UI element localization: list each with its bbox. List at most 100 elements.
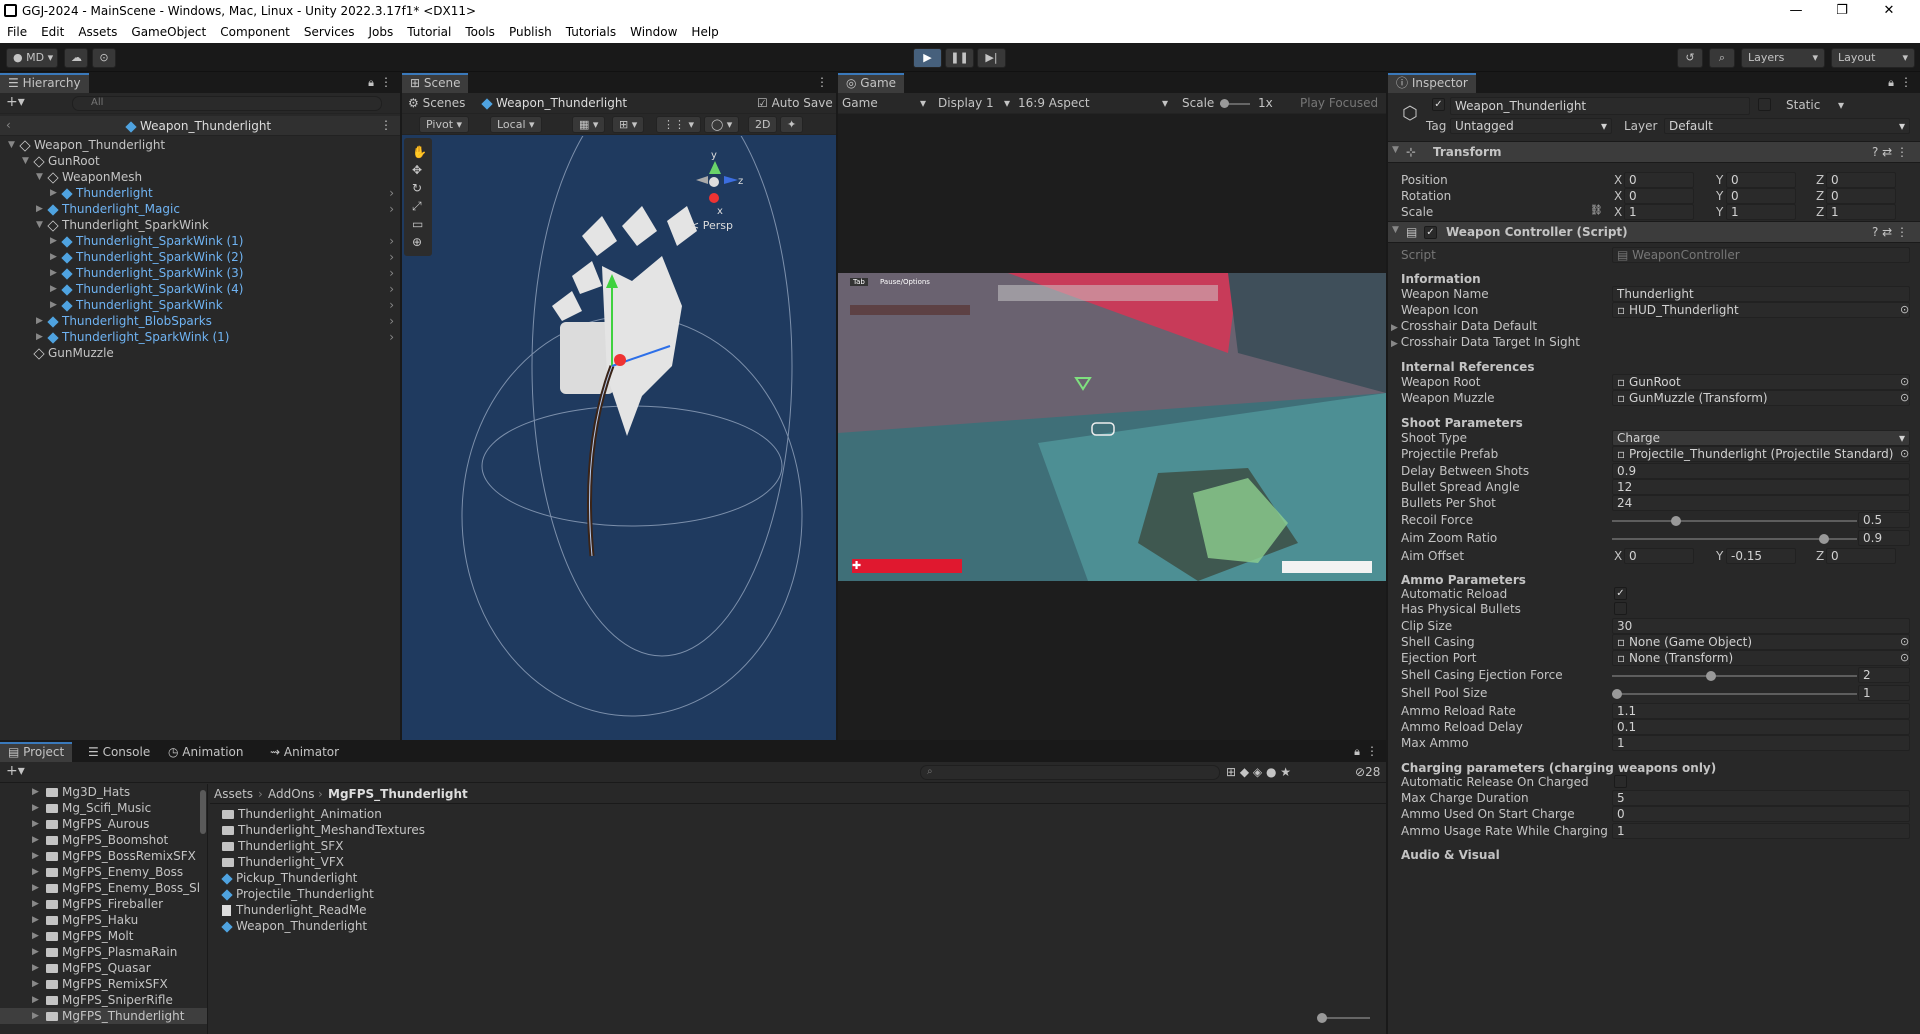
collapsed-arrow-icon[interactable]: ▶ [50,265,57,281]
hierarchy-item[interactable]: ▶ Thunderlight_SparkWink (2) › [0,249,400,265]
menu-item-services[interactable]: Services [297,22,362,39]
project-file-item[interactable]: Projectile_Thunderlight [221,886,822,902]
project-file-item[interactable]: Thunderlight_SFX [222,838,822,854]
shell-pool-size-slider-knob[interactable] [1612,689,1622,699]
has-physical-bullets-checkbox[interactable] [1614,602,1627,615]
chevron-right-icon[interactable]: › [389,329,394,345]
display-dropdown[interactable]: Display 1 ▾ [938,96,1010,110]
recoil-force-slider-knob[interactable] [1670,516,1681,526]
component-enabled-checkbox[interactable]: ✓ [1424,226,1437,239]
menu-dots-icon[interactable]: ⋮ [1900,75,1912,89]
project-folder-item[interactable]: ▶ MgFPS_Quasar [0,960,207,976]
tab-hierarchy[interactable]: ☰ Hierarchy [0,73,89,93]
static-checkbox[interactable] [1758,98,1771,111]
tab-scene[interactable]: ⊞ Scene [402,73,469,93]
collapsed-arrow-icon[interactable]: ▶ [32,928,39,944]
hierarchy-item[interactable]: ▶ Thunderlight › [0,185,400,201]
scenes-link[interactable]: ⚙ Scenes [408,96,465,110]
project-folder-item[interactable]: ▶ MgFPS_Enemy_Boss_Sl [0,880,207,896]
weapon-root-field[interactable]: ▫ GunRoot [1612,374,1910,390]
scene-breadcrumb[interactable]: Weapon_Thunderlight [481,96,627,110]
menu-item-component[interactable]: Component [213,22,297,39]
tab-game[interactable]: ◎ Game [838,73,905,93]
collapsed-arrow-icon[interactable]: ▶ [50,185,57,201]
collapsed-arrow-icon[interactable]: ▶ [36,201,43,217]
ejection-port-field[interactable]: ▫ None (Transform) [1612,650,1910,666]
collapsed-arrow-icon[interactable]: ▶ [32,960,39,976]
expand-arrow-icon[interactable]: ▼ [8,137,15,153]
project-folder-item[interactable]: ▶ Mg3D_Hats [0,784,207,800]
project-folder-item[interactable]: ▶ MgFPS_Haku [0,912,207,928]
aspect-dropdown[interactable]: 16:9 Aspect ▾ [1018,96,1168,110]
project-folder-item[interactable]: ▶ Mg_Scifi_Music [0,800,207,816]
object-picker-icon[interactable]: ⊙ [1900,651,1909,664]
menu-item-tutorials[interactable]: Tutorials [559,22,623,39]
lock-icon[interactable]: 🔒︎ [368,76,374,90]
tag-dropdown[interactable]: Untagged ▾ [1450,118,1612,134]
autosave-toggle[interactable]: ☑ Auto Save [757,96,833,110]
weapon-name-field[interactable]: Thunderlight [1612,286,1910,302]
add-icon[interactable]: +▾ [6,763,25,779]
draw-mode-icon[interactable]: ◯ ▾ [704,116,740,133]
object-picker-icon[interactable]: ⊙ [1900,447,1909,460]
ejection-force-field[interactable]: 2 [1858,667,1910,683]
project-folder-item[interactable]: ▶ MgFPS_RemixSFX [0,976,207,992]
collapse-arrow-icon[interactable]: ▼ [1392,225,1399,235]
hierarchy-item[interactable]: ▼ Thunderlight_SparkWink [0,217,400,233]
collapsed-arrow-icon[interactable]: ▶ [36,313,43,329]
collapsed-arrow-icon[interactable]: ▶ [32,992,39,1008]
project-folder-item[interactable]: ▶ MgFPS_BossRemixSFX [0,848,207,864]
object-name-field[interactable]: Weapon_Thunderlight [1450,97,1750,115]
menu-item-assets[interactable]: Assets [71,22,124,39]
collapsed-arrow-icon[interactable]: ▶ [32,912,39,928]
collapsed-arrow-icon[interactable]: ▶ [36,329,43,345]
tab-console[interactable]: ☰ Console [80,742,158,762]
menu-dots-icon[interactable]: ⋮ [1366,744,1378,758]
lock-icon[interactable]: 🔒︎ [1888,76,1894,90]
project-folder-item[interactable]: ▶ MgFPS_Boomshot [0,832,207,848]
ejection-force-slider-knob[interactable] [1706,671,1716,681]
chevron-right-icon[interactable]: › [389,233,394,249]
lighting-icon[interactable]: ✦ [780,116,804,133]
play-focused-dropdown[interactable]: Play Focused [1300,96,1378,110]
hierarchy-item[interactable]: ▼ WeaponMesh [0,169,400,185]
ammo-reload-rate-field[interactable]: 1.1 [1612,703,1910,719]
expand-arrow-icon[interactable]: ▼ [36,169,43,185]
breadcrumb-addons[interactable]: AddOns [268,787,315,801]
account-button[interactable]: ● MD ▾ [6,48,58,68]
project-folder-item[interactable]: ▶ MgFPS_Enemy_Boss [0,864,207,880]
close-button[interactable]: ✕ [1866,0,1912,22]
aim-offset-y-field[interactable]: -0.15 [1726,548,1796,564]
project-file-item[interactable]: Pickup_Thunderlight [221,870,822,886]
menu-item-tutorial[interactable]: Tutorial [400,22,458,39]
menu-item-jobs[interactable]: Jobs [362,22,401,39]
menu-dots-icon[interactable]: ⋮ [816,75,828,89]
rotation-y-field[interactable]: 0 [1726,188,1796,204]
collapsed-arrow-icon[interactable]: ▶ [32,832,39,848]
shell-casing-field[interactable]: ▫ None (Game Object) [1612,634,1910,650]
object-picker-icon[interactable]: ⊙ [1900,391,1909,404]
object-picker-icon[interactable]: ⊙ [1900,303,1909,316]
chevron-right-icon[interactable]: › [389,249,394,265]
bullet-spread-angle-field[interactable]: 12 [1612,479,1910,495]
chevron-right-icon[interactable]: › [389,265,394,281]
automatic-release-checkbox[interactable] [1614,775,1627,788]
project-folder-item[interactable]: ▶ MgFPS_SniperRifle [0,992,207,1008]
hierarchy-item[interactable]: GunMuzzle [0,345,400,361]
menu-item-gameobject[interactable]: GameObject [124,22,213,39]
pause-button[interactable]: ❚❚ [945,48,974,68]
project-folder-item[interactable]: ▶ MgFPS_Molt [0,928,207,944]
rotation-z-field[interactable]: 0 [1826,188,1896,204]
project-folder-item[interactable]: ▶ MgFPS_Thunderlight [0,1008,207,1024]
hierarchy-item[interactable]: ▼ GunRoot [0,153,400,169]
back-arrow-icon[interactable]: ‹ [6,118,11,132]
aim-offset-x-field[interactable]: 0 [1624,548,1694,564]
menu-item-edit[interactable]: Edit [34,22,71,39]
aim-zoom-ratio-field[interactable]: 0.9 [1858,530,1910,546]
recoil-force-field[interactable]: 0.5 [1858,512,1910,528]
rotation-x-field[interactable]: 0 [1624,188,1694,204]
hierarchy-item[interactable]: ▶ Thunderlight_SparkWink (1) › [0,233,400,249]
chevron-right-icon[interactable]: › [389,313,394,329]
projectile-prefab-field[interactable]: ▫ Projectile_Thunderlight (Projectile St… [1612,446,1910,462]
aim-zoom-ratio-slider-knob[interactable] [1818,534,1829,544]
